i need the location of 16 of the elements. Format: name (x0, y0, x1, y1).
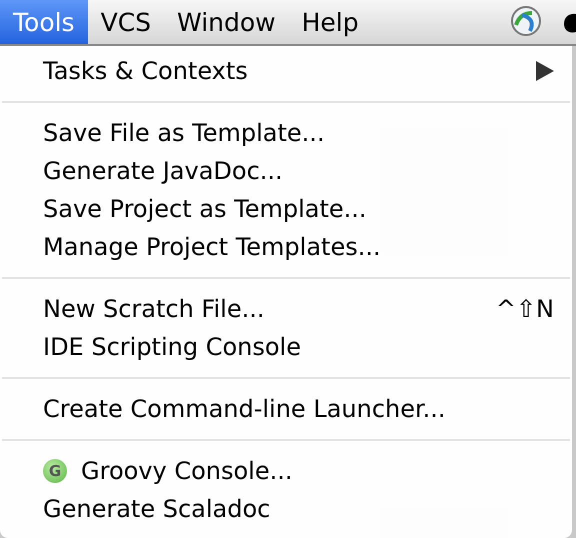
menu-item[interactable]: Save File as Template... (0, 114, 572, 152)
groovy-icon: G (43, 459, 67, 483)
menubar-item[interactable]: Tools (0, 0, 88, 44)
menu-item[interactable]: New Scratch File... ^⇧N (0, 290, 572, 328)
menu-item[interactable]: Tasks & Contexts (0, 52, 572, 90)
menu-item[interactable]: Generate Scaladoc (0, 490, 572, 528)
menu-item[interactable]: Create Command-line Launcher... (0, 390, 572, 428)
menubar-item[interactable]: Window (164, 0, 289, 44)
menu-item[interactable]: G Groovy Console... (0, 452, 572, 490)
globe-icon[interactable] (510, 5, 542, 37)
menu-item[interactable]: Manage Project Templates... (0, 228, 572, 266)
menubar-item[interactable]: Help (288, 0, 372, 44)
menubar-item[interactable]: VCS (88, 0, 164, 44)
menu-item[interactable]: Generate JavaDoc... (0, 152, 572, 190)
menu-item[interactable]: IDE Scripting Console (0, 328, 572, 366)
menu-item[interactable]: Save Project as Template... (0, 190, 572, 228)
